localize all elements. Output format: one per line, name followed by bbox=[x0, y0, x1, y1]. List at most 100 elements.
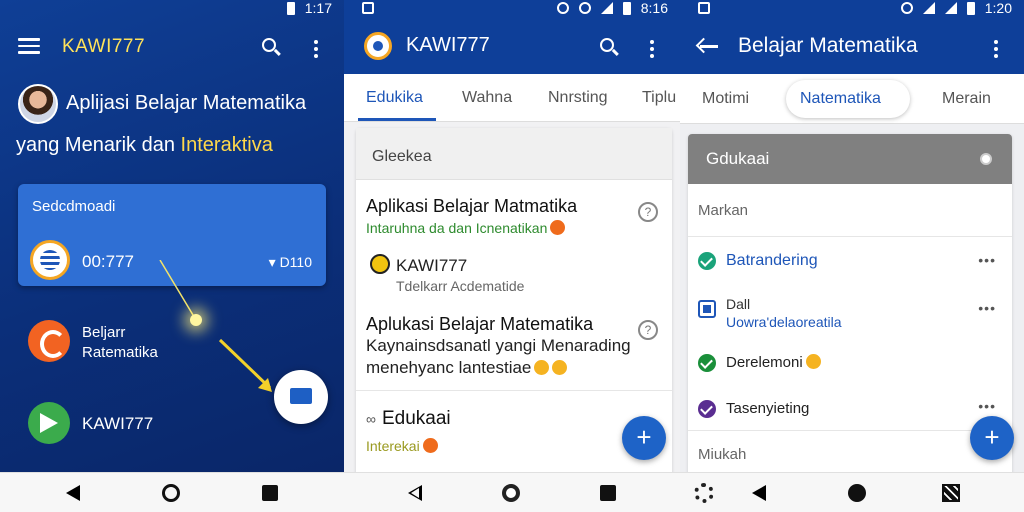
recents-nav-icon[interactable] bbox=[600, 485, 616, 501]
row-title[interactable]: Batrandering bbox=[726, 252, 818, 270]
mail-fab-button[interactable] bbox=[274, 370, 328, 424]
search-icon[interactable] bbox=[262, 38, 281, 56]
entry-title[interactable]: ∞ Edukaai bbox=[366, 408, 451, 430]
status-time: 1:17 bbox=[304, 0, 332, 16]
entry-title[interactable]: KAWI777 bbox=[396, 256, 467, 276]
emoji-icon bbox=[422, 438, 438, 453]
tab-nnrsting[interactable]: Nnrsting bbox=[548, 89, 608, 107]
feed-card: Gleekea Aplikasi Belajar Matmatika ? Int… bbox=[356, 128, 672, 472]
back-arrow-icon[interactable] bbox=[695, 37, 718, 54]
tab-edukika[interactable]: Edukika bbox=[366, 89, 423, 107]
row-menu-icon[interactable]: ••• bbox=[978, 300, 996, 316]
tab-indicator bbox=[358, 118, 436, 121]
more-options-icon[interactable] bbox=[650, 40, 654, 58]
tab-bar: Motimi Natematika Merain bbox=[680, 74, 1024, 124]
tab-natematika[interactable]: Natematika bbox=[800, 90, 881, 108]
row-menu-icon[interactable]: ••• bbox=[978, 252, 996, 268]
divider bbox=[356, 390, 672, 391]
coin-icon bbox=[30, 240, 70, 280]
home-nav-icon[interactable] bbox=[848, 484, 866, 502]
screen-home: 1:17 KAWI777 Aplijasi Belajar Matematika… bbox=[0, 0, 344, 472]
entry-title[interactable]: Aplikasi Belajar Matmatika bbox=[366, 196, 577, 217]
home-nav-icon[interactable] bbox=[502, 484, 520, 502]
app-bar: 1:20 Belajar Matematika bbox=[680, 0, 1024, 74]
card-label: Sedcdmoadi bbox=[32, 198, 116, 215]
apps-nav-icon[interactable] bbox=[942, 484, 960, 502]
menu-icon[interactable] bbox=[18, 38, 40, 54]
wifi-icon bbox=[922, 2, 935, 14]
entry-subtitle: Intaruhna da dan Icnenatikan bbox=[366, 220, 566, 236]
highlight-glow bbox=[190, 314, 202, 326]
page-title: Belajar Matematika bbox=[738, 34, 918, 57]
app-item-label[interactable]: Beljarr Ratematika bbox=[82, 324, 158, 361]
tab-motimi[interactable]: Motimi bbox=[702, 90, 749, 108]
entry-line: menehyanc lantestiae bbox=[366, 358, 568, 378]
section-label: Markan bbox=[698, 202, 749, 219]
sync-icon bbox=[556, 2, 569, 14]
status-time: 8:16 bbox=[640, 0, 668, 16]
add-fab-button[interactable]: + bbox=[622, 416, 666, 460]
row-title[interactable]: Dall bbox=[726, 296, 750, 312]
help-icon[interactable]: ? bbox=[638, 202, 658, 222]
divider bbox=[688, 236, 1012, 237]
battery-icon bbox=[966, 1, 975, 15]
avatar[interactable] bbox=[18, 84, 58, 124]
hero-subtitle-text: yang Menarik dan bbox=[16, 134, 175, 156]
app-logo-icon bbox=[364, 32, 392, 60]
entry-line: Kaynainsdsanatl yangi Menarading bbox=[366, 336, 631, 355]
hero-subtitle-highlight: Interaktiva bbox=[180, 134, 273, 156]
system-nav-bar bbox=[0, 472, 1024, 512]
check-icon bbox=[698, 252, 716, 270]
recents-nav-icon[interactable] bbox=[262, 485, 278, 501]
more-options-icon[interactable] bbox=[314, 40, 318, 58]
status-bar: 8:16 bbox=[344, 0, 680, 18]
search-icon[interactable] bbox=[600, 38, 619, 56]
battery-icon bbox=[622, 1, 631, 15]
hero-title: Aplijasi Belajar Matematika bbox=[66, 92, 307, 114]
guide-arrow-icon bbox=[159, 260, 272, 392]
row-subtitle: Uowra'delaoreatila bbox=[726, 314, 842, 330]
kawi-logo-icon bbox=[370, 254, 390, 274]
entry-subtitle: Interekai bbox=[366, 438, 438, 454]
divider bbox=[688, 430, 1012, 431]
emoji-icon bbox=[550, 220, 566, 235]
signal-icon bbox=[600, 2, 613, 14]
check-icon bbox=[698, 400, 716, 418]
hero-subtitle: yang Menarik dan Interaktiva bbox=[16, 134, 273, 157]
screen-feed: 8:16 KAWI777 Edukika Wahna Nnrsting Tipl… bbox=[344, 0, 680, 472]
learning-app-icon[interactable] bbox=[28, 320, 70, 362]
back-nav-icon[interactable] bbox=[752, 485, 766, 501]
play-app-icon[interactable] bbox=[28, 402, 70, 444]
back-nav-icon[interactable] bbox=[408, 485, 422, 501]
tab-bar: Edukika Wahna Nnrsting Tiplu bbox=[344, 74, 680, 122]
alarm-icon bbox=[578, 2, 591, 14]
document-icon bbox=[698, 300, 716, 318]
card-header: Gleekea bbox=[356, 128, 672, 180]
link-icon: ∞ bbox=[366, 411, 376, 427]
card-number: 00:777 bbox=[82, 252, 134, 271]
row-menu-icon[interactable]: ••• bbox=[978, 398, 996, 414]
tab-tiplu[interactable]: Tiplu bbox=[642, 89, 676, 107]
app-bar: KAWI777 bbox=[0, 28, 344, 68]
tab-merain[interactable]: Merain bbox=[942, 90, 991, 108]
signal-icon bbox=[944, 2, 957, 14]
row-title[interactable]: Tasenyieting bbox=[726, 400, 809, 417]
add-fab-button[interactable]: + bbox=[970, 416, 1014, 460]
status-time: 1:20 bbox=[984, 0, 1012, 16]
home-nav-icon[interactable] bbox=[162, 484, 180, 502]
entry-title[interactable]: Aplukasi Belajar Matematika bbox=[366, 314, 593, 335]
app-item-label-kawi[interactable]: KAWI777 bbox=[82, 414, 153, 434]
row-title[interactable]: Derelemoni bbox=[726, 354, 821, 371]
radio-icon[interactable] bbox=[980, 153, 992, 165]
app-bar: 8:16 KAWI777 bbox=[344, 0, 680, 74]
card-header: Gdukaai bbox=[688, 134, 1012, 184]
emoji-icon bbox=[552, 360, 568, 375]
tab-wahna[interactable]: Wahna bbox=[462, 89, 512, 107]
screen-math: 1:20 Belajar Matematika Motimi Natematik… bbox=[680, 0, 1024, 472]
status-bar: 1:20 bbox=[680, 0, 1024, 18]
back-nav-icon[interactable] bbox=[66, 485, 80, 501]
notification-icon bbox=[362, 2, 374, 14]
more-options-icon[interactable] bbox=[994, 40, 998, 58]
settings-nav-icon[interactable] bbox=[694, 483, 714, 503]
help-icon[interactable]: ? bbox=[638, 320, 658, 340]
